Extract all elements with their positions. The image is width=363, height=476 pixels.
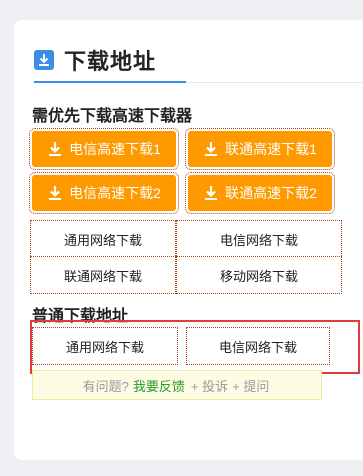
button-label: 联通网络下载 — [63, 268, 142, 284]
complain-link[interactable]: + 投诉 — [191, 376, 228, 395]
button-label: 通用网络下载 — [63, 232, 142, 248]
title-underline — [34, 81, 186, 83]
highlight-box — [30, 320, 360, 374]
button-label: 联通高速下载1 — [225, 141, 317, 157]
download-arrow-icon — [49, 142, 62, 156]
button-label: 电信网络下载 — [219, 232, 298, 248]
unicom-network-download-button[interactable]: 联通网络下载 — [30, 256, 176, 294]
button-label: 电信高速下载1 — [69, 141, 161, 157]
button-label: 移动网络下载 — [219, 268, 298, 284]
feedback-bar: 有问题? 我要反馈 + 投诉 + 提问 — [32, 370, 322, 400]
feedback-prefix: 有问题? — [82, 378, 129, 394]
feedback-link[interactable]: 我要反馈 — [133, 376, 185, 395]
mobile-network-download-button[interactable]: 移动网络下载 — [176, 256, 342, 294]
ask-link[interactable]: + 提问 — [232, 376, 269, 395]
fast-downloader-heading: 需优先下载高速下载器 — [32, 108, 193, 125]
title-divider — [186, 82, 363, 83]
download-arrow-icon — [49, 186, 62, 200]
telecom-fast-download-1-button[interactable]: 电信高速下载1 — [29, 128, 179, 170]
general-network-download-button[interactable]: 通用网络下载 — [30, 220, 176, 258]
telecom-fast-download-2-button[interactable]: 电信高速下载2 — [29, 172, 179, 214]
unicom-fast-download-1-button[interactable]: 联通高速下载1 — [185, 128, 335, 170]
section-header: 下载地址 — [34, 44, 156, 76]
download-arrow-icon — [205, 142, 218, 156]
download-arrow-icon — [205, 186, 218, 200]
button-label: 联通高速下载2 — [225, 185, 317, 201]
telecom-network-download-button[interactable]: 电信网络下载 — [176, 220, 342, 258]
download-icon — [34, 50, 54, 70]
button-label: 电信高速下载2 — [69, 185, 161, 201]
download-card: 下载地址 需优先下载高速下载器 电信高速下载1 联通高速下载1 电信高速下载2 … — [14, 20, 363, 460]
unicom-fast-download-2-button[interactable]: 联通高速下载2 — [185, 172, 335, 214]
section-title: 下载地址 — [64, 49, 157, 74]
